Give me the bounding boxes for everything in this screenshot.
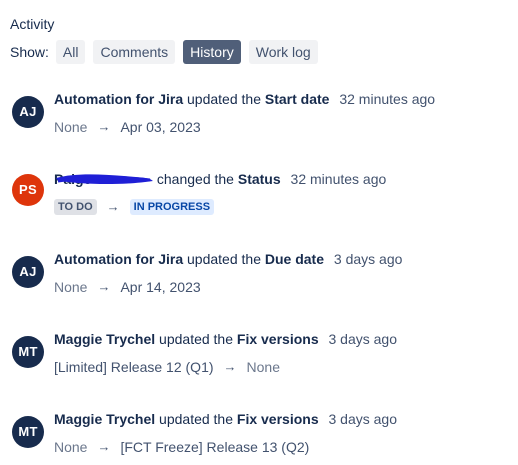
filter-all-button[interactable]: All <box>55 40 86 64</box>
actor-name[interactable]: Maggie Trychel <box>54 411 155 427</box>
actor-name[interactable]: Maggie Trychel <box>54 331 155 347</box>
avatar[interactable]: AJ <box>12 256 44 288</box>
filter-comments-button[interactable]: Comments <box>93 40 176 64</box>
history-entry-summary: Maggie Trychel updated the Fix versions … <box>54 330 397 348</box>
actor-name[interactable]: Automation for Jira <box>54 251 183 267</box>
history-entry: MT Maggie Trychel updated the Fix versio… <box>10 410 510 460</box>
history-entry-summary: Paige changed the Status 32 minutes ago <box>54 170 386 188</box>
avatar[interactable]: MT <box>12 336 44 368</box>
history-entry-summary: Maggie Trychel updated the Fix versions … <box>54 410 397 428</box>
arrow-right-icon: → <box>223 359 237 374</box>
new-value: Apr 14, 2023 <box>120 279 201 295</box>
arrow-right-icon: → <box>97 279 111 294</box>
avatar[interactable]: MT <box>12 416 44 448</box>
action-verb: updated the <box>187 251 261 267</box>
new-value: [FCT Freeze] Release 13 (Q2) <box>120 439 310 455</box>
changed-field: Fix versions <box>236 411 319 427</box>
history-entry: AJ Automation for Jira updated the Start… <box>10 90 510 150</box>
avatar[interactable]: AJ <box>12 96 44 128</box>
arrow-right-icon: → <box>97 439 111 454</box>
activity-panel: Activity Show: All Comments History Work… <box>0 0 518 465</box>
activity-filter-bar: Show: All Comments History Work log <box>10 40 326 64</box>
filter-worklog-button[interactable]: Work log <box>248 40 318 64</box>
action-verb: updated the <box>159 331 234 347</box>
changed-field: Start date <box>264 91 330 107</box>
arrow-right-icon: → <box>97 119 111 134</box>
history-entry: AJ Automation for Jira updated the Due d… <box>10 250 510 310</box>
old-value: None <box>54 439 88 455</box>
changed-field: Due date <box>264 251 324 267</box>
actor-name-redacted[interactable]: Paige <box>54 170 153 188</box>
timestamp: 3 days ago <box>333 251 403 267</box>
history-entry-change: None → Apr 03, 2023 <box>54 118 201 136</box>
arrow-right-icon: → <box>106 199 120 214</box>
old-value: None <box>54 119 88 135</box>
old-value: None <box>54 279 88 295</box>
history-entry: PS Paige changed the Status 32 minutes a… <box>10 170 510 230</box>
new-value: Apr 03, 2023 <box>120 119 201 135</box>
changed-field: Status <box>237 171 281 187</box>
action-verb: updated the <box>159 411 234 427</box>
status-lozenge-in-progress: IN PROGRESS <box>129 199 215 215</box>
redaction-scribble-icon <box>56 174 153 185</box>
activity-heading: Activity <box>10 16 55 32</box>
history-entry-summary: Automation for Jira updated the Start da… <box>54 90 435 108</box>
history-entry-change: None → Apr 14, 2023 <box>54 278 201 296</box>
actor-name[interactable]: Automation for Jira <box>54 91 183 107</box>
history-entry-change: TO DO → IN PROGRESS <box>54 198 215 216</box>
timestamp: 3 days ago <box>328 411 398 427</box>
history-entry: MT Maggie Trychel updated the Fix versio… <box>10 330 510 390</box>
history-entry-summary: Automation for Jira updated the Due date… <box>54 250 402 268</box>
action-verb: updated the <box>187 91 261 107</box>
old-value: [Limited] Release 12 (Q1) <box>54 359 214 375</box>
history-entry-change: None → [FCT Freeze] Release 13 (Q2) <box>54 438 309 456</box>
timestamp: 32 minutes ago <box>290 171 387 187</box>
filter-history-button[interactable]: History <box>183 40 241 64</box>
show-label: Show: <box>10 44 49 60</box>
changed-field: Fix versions <box>236 331 319 347</box>
history-entry-change: [Limited] Release 12 (Q1) → None <box>54 358 280 376</box>
action-verb: changed the <box>156 171 234 187</box>
timestamp: 32 minutes ago <box>339 91 436 107</box>
status-lozenge-todo: TO DO <box>54 199 97 215</box>
new-value: None <box>246 359 280 375</box>
avatar[interactable]: PS <box>12 174 44 206</box>
timestamp: 3 days ago <box>328 331 398 347</box>
